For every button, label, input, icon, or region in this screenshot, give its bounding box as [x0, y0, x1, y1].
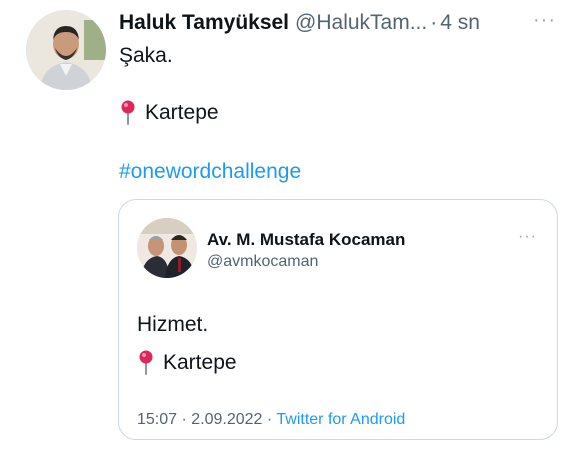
tweet-text: Şaka. — [119, 44, 173, 67]
quoted-location-label: Kartepe — [163, 351, 237, 374]
author-avatar[interactable] — [26, 10, 106, 90]
quoted-more-options-icon[interactable]: ··· — [518, 228, 537, 246]
quoted-author-handle[interactable]: @avmkocaman — [207, 253, 318, 271]
tweet-location: Kartepe — [119, 100, 219, 126]
quoted-author-avatar[interactable] — [137, 218, 197, 278]
location-label: Kartepe — [145, 101, 219, 124]
more-options-icon[interactable]: ··· — [533, 10, 556, 30]
quoted-tweet-footer: 15:07 · 2.09.2022 · Twitter for Android — [137, 411, 405, 429]
quoted-timestamp[interactable]: 15:07 · 2.09.2022 · — [137, 411, 276, 428]
round-pushpin-icon — [139, 350, 153, 375]
separator-dot: · — [430, 11, 438, 34]
quoted-author-display-name[interactable]: Av. M. Mustafa Kocaman — [207, 230, 405, 250]
hashtag-link[interactable]: #onewordchallenge — [119, 160, 301, 184]
quoted-source-link[interactable]: Twitter for Android — [276, 411, 405, 428]
tweet-time[interactable]: 4 sn — [440, 11, 480, 35]
author-handle[interactable]: @HalukTam... — [295, 11, 427, 35]
author-display-name[interactable]: Haluk Tamyüksel — [119, 11, 289, 35]
round-pushpin-icon — [121, 100, 135, 125]
tweet[interactable]: Haluk Tamyüksel @HalukTam... · 4 sn ··· … — [0, 0, 584, 450]
quoted-tweet-location: Kartepe — [137, 350, 237, 376]
quoted-tweet-card[interactable]: Av. M. Mustafa Kocaman @avmkocaman ··· H… — [118, 199, 558, 440]
tweet-header: Haluk Tamyüksel @HalukTam... · 4 sn — [119, 10, 570, 36]
quoted-tweet-text: Hizmet. — [137, 313, 209, 336]
